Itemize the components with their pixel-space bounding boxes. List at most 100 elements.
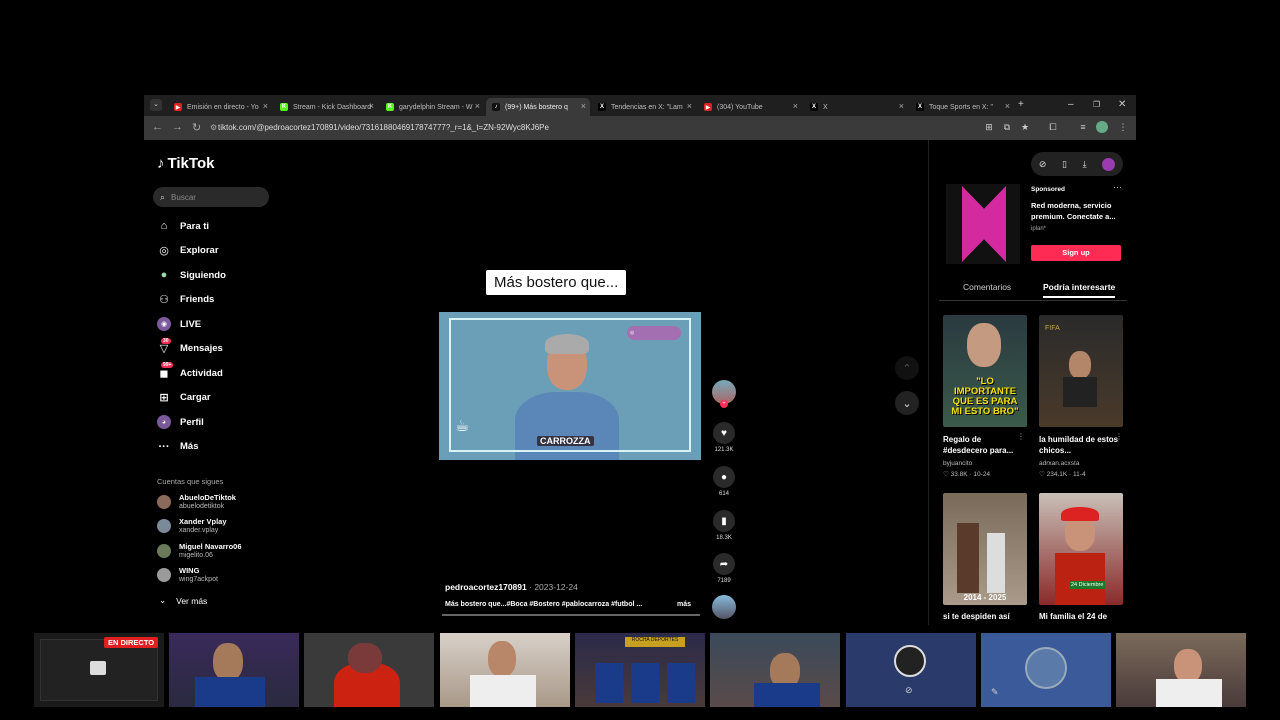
browser-tab[interactable]: K Stream - Kick Dashboard × — [274, 98, 378, 116]
forward-icon[interactable]: → — [172, 121, 183, 133]
ad-source: iplan* — [1031, 226, 1047, 232]
video-author[interactable]: pedroacortez170891 · 2023-12-24 — [445, 582, 578, 592]
save-action[interactable]: ▮ 18.3K — [712, 510, 736, 541]
following-account[interactable]: AbueloDeTiktok abuelodetiktok — [157, 492, 236, 512]
tab-close-icon[interactable]: × — [581, 101, 586, 111]
recommended-title-4[interactable]: Mi familia el 24 de — [1039, 611, 1119, 622]
browser-tab[interactable]: ▶ Emisión en directo - Yo × — [168, 98, 272, 116]
recommended-title-1[interactable]: Regalo de #desdecero para... — [943, 434, 1023, 456]
like-action[interactable]: ♥ 121.3K — [712, 422, 736, 453]
mobile-icon[interactable]: ▯ — [1062, 159, 1067, 170]
tab-close-icon[interactable]: × — [899, 101, 904, 111]
tab-close-icon[interactable]: × — [263, 101, 268, 111]
media-icon[interactable]: ≡ — [1078, 122, 1088, 132]
recommended-thumb-2[interactable]: FIFA — [1039, 315, 1123, 427]
thumb-options-icon[interactable]: ⋮ — [1017, 432, 1025, 441]
nav-item[interactable]: ◼ 99+ Actividad — [157, 362, 223, 381]
nav-item[interactable]: ▽ 30 Mensajes — [157, 337, 223, 357]
search-input[interactable]: ⌕ Buscar — [153, 187, 269, 207]
recommended-title-2[interactable]: la humildad de estos chicos... — [1039, 434, 1119, 456]
browser-tab[interactable]: X X × — [804, 98, 908, 116]
following-account[interactable]: WING wing7ackpot — [157, 565, 218, 585]
tab-close-icon[interactable]: × — [475, 101, 480, 111]
extensions-icon[interactable]: ⧠ — [1048, 122, 1058, 132]
ad-options-icon[interactable]: ··· — [1113, 182, 1122, 192]
compass-icon[interactable]: ⊘ — [1039, 159, 1047, 170]
bookmark-star-icon[interactable]: ★ — [1020, 122, 1030, 132]
stream-cam-7[interactable]: ⊘ — [846, 633, 976, 707]
menu-kebab-icon[interactable]: ⋮ — [1118, 122, 1128, 132]
sign-up-button[interactable]: Sign up — [1031, 245, 1121, 261]
more-link[interactable]: más — [677, 601, 691, 608]
minimize-button[interactable]: – — [1068, 99, 1074, 110]
tab-close-icon[interactable]: × — [369, 101, 374, 111]
reload-icon[interactable]: ↻ — [192, 121, 201, 134]
translate-icon[interactable]: ⊞ — [984, 122, 994, 132]
stream-cam-5[interactable]: ROCHA DEPORTES — [575, 633, 705, 707]
stream-cam-8[interactable]: ✎ — [981, 633, 1111, 707]
ad-image[interactable] — [946, 184, 1020, 264]
following-accounts-title: Cuentas que sigues — [157, 477, 224, 486]
following-account[interactable]: Miguel Navarro06 migelito.06 — [157, 541, 242, 561]
recommended-thumb-3[interactable]: 2014 - 2025 — [943, 493, 1027, 605]
recommended-author-2[interactable]: adrxan.acxsta — [1039, 460, 1079, 467]
nav-item[interactable]: ◕ Perfil — [157, 414, 204, 430]
share-action[interactable]: ➦ 7189 — [712, 553, 736, 584]
share-icon[interactable]: ➦ — [713, 553, 735, 575]
browser-tab[interactable]: Kgarydelphin Stream - W × — [380, 98, 484, 116]
stream-cam-3[interactable] — [304, 633, 434, 707]
new-tab-button[interactable]: + — [1018, 99, 1024, 110]
screenshot-icon[interactable]: ⧉ — [1002, 122, 1012, 132]
tab-close-icon[interactable]: × — [687, 101, 692, 111]
profile-avatar-icon[interactable] — [1096, 121, 1108, 133]
tab-close-icon[interactable]: × — [793, 101, 798, 111]
tab-close-icon[interactable]: × — [1005, 101, 1010, 111]
see-more-link[interactable]: ⌄ Ver más — [159, 595, 207, 606]
stream-cam-9[interactable] — [1116, 633, 1246, 707]
music-disc-icon[interactable] — [712, 595, 736, 619]
browser-tab[interactable]: ♪ (99+) Más bostero q × — [486, 98, 590, 116]
tab-comments[interactable]: Comentarios — [963, 282, 1011, 298]
recommended-author-1[interactable]: byjuancito — [943, 460, 972, 467]
stream-cam-6[interactable] — [710, 633, 840, 707]
previous-video-button[interactable]: ⌃ — [895, 356, 919, 380]
nav-item[interactable]: ⚇ Friends — [157, 292, 214, 308]
heart-icon[interactable]: ♥ — [713, 422, 735, 444]
video-progress-bar[interactable] — [442, 614, 700, 616]
stream-cam-2[interactable] — [169, 633, 299, 707]
video-player[interactable]: ◎ CARROZZA ☕ — [439, 312, 701, 460]
recommended-title-3[interactable]: si te despiden así — [943, 611, 1023, 622]
tiktok-logo[interactable]: ♪ TikTok — [157, 155, 214, 172]
browser-tab[interactable]: X Toque Sports en X: " × — [910, 98, 1014, 116]
recommended-thumb-4[interactable]: 24 Diciembre — [1039, 493, 1123, 605]
comment-action[interactable]: ● 614 — [712, 466, 736, 497]
maximize-button[interactable]: ❐ — [1093, 100, 1100, 109]
close-window-button[interactable]: ✕ — [1118, 99, 1126, 110]
following-account[interactable]: Xander Vplay xander.vplay — [157, 516, 227, 536]
back-icon[interactable]: ← — [152, 121, 163, 133]
nav-item[interactable]: ● Siguiendo — [157, 267, 226, 283]
like-count: 121.3K — [714, 447, 734, 453]
bookmark-icon[interactable]: ▮ — [713, 510, 735, 532]
recommended-thumb-1[interactable]: "LO IMPORTANTE QUE ES PARA MI ESTO BRO" — [943, 315, 1027, 427]
url-field[interactable]: tiktok.com/@pedroacortez170891/video/731… — [218, 120, 958, 136]
browser-tab[interactable]: X Tendencias en X: "Lam × — [592, 98, 696, 116]
nav-item[interactable]: ◉ LIVE — [157, 316, 201, 332]
nav-item[interactable]: ··· Más — [157, 439, 199, 455]
comment-icon[interactable]: ● — [713, 466, 735, 488]
heart-outline-icon: ♡ — [943, 471, 949, 478]
nav-item[interactable]: ⌂ Para ti — [157, 218, 209, 234]
tab-favicon-icon: X — [916, 103, 924, 111]
tab-search-button[interactable]: ⌄ — [150, 99, 162, 111]
download-icon[interactable]: ⤓ — [1083, 159, 1087, 170]
next-video-button[interactable]: ⌄ — [895, 391, 919, 415]
thumb-options-icon[interactable]: ⋮ — [1115, 432, 1123, 441]
stream-cam-4[interactable] — [440, 633, 570, 707]
nav-item[interactable]: ⊞ Cargar — [157, 390, 210, 406]
user-avatar[interactable] — [1102, 157, 1116, 171]
tab-recommended[interactable]: Podría interesarte — [1043, 282, 1116, 298]
follow-plus-icon[interactable]: + — [720, 400, 728, 408]
nav-item[interactable]: ◎ Explorar — [157, 243, 218, 259]
browser-tab[interactable]: ▶ (304) YouTube × — [698, 98, 802, 116]
site-info-icon[interactable]: ⚙ — [210, 123, 217, 132]
